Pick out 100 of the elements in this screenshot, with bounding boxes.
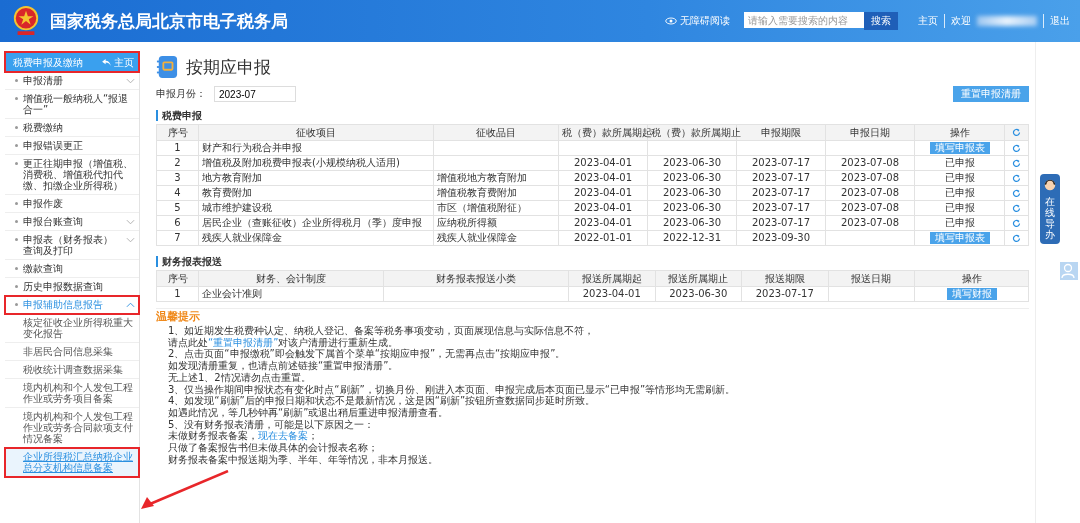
table-cell: 1 [174, 142, 181, 153]
bullet-icon [15, 162, 18, 165]
table-cell: 2023-07-17 [751, 217, 811, 228]
tip-line: 5、没有财务报表清册，可能是以下原因之一： [167, 418, 376, 431]
tip-line: 无上述1、2情况请勿点击重置。 [167, 371, 312, 384]
sidebar-item[interactable]: 税费缴纳 [5, 119, 139, 137]
table-cell: 2023-07-08 [840, 217, 900, 228]
tip-line: 如发现清册重复，也请点前述链接“重置申报清册”。 [167, 360, 400, 372]
column-header: 财务报表报送小类 [383, 270, 569, 287]
table-cell: 地方教育附加 [202, 172, 262, 183]
eye-icon [665, 17, 677, 25]
month-field[interactable]: 2023-07 [214, 86, 296, 102]
column-header: 报送所属期起 [568, 270, 655, 287]
status-text: 已申报 [944, 217, 975, 228]
column-header: 报送期限 [741, 270, 828, 287]
chevron-icon [126, 78, 135, 84]
table-cell: 2023-06-30 [669, 288, 728, 299]
table-cell: 2023-04-01 [573, 202, 633, 213]
accessibility-link[interactable]: 无障碍阅读 [665, 14, 730, 28]
sidebar-subitem[interactable]: 税收统计调查数据采集 [5, 361, 139, 379]
table-cell: 2023-07-17 [751, 187, 811, 198]
table-cell: 2023-04-01 [573, 157, 633, 168]
search-field[interactable]: 请输入需要搜索的内容 [744, 12, 864, 28]
tip-link[interactable]: 现在去备案 [258, 430, 308, 442]
sidebar-subitem[interactable]: 非居民合同信息采集 [5, 343, 139, 361]
bullet-icon [15, 79, 18, 82]
status-text: 已申报 [944, 157, 975, 168]
table-cell: 企业会计准则 [202, 288, 262, 299]
column-header: 征收项目 [198, 124, 434, 141]
emblem-icon [12, 5, 40, 37]
tip-line: 财务报表备案中报送期为季、半年、年等情况，非本月报送。 [167, 453, 439, 466]
column-header: 报送所属期止 [655, 270, 742, 287]
table-cell: 2023-07-17 [755, 288, 814, 299]
sidebar-item[interactable]: 更正往期申报（增值税、消费税、增值税代扣代缴、扣缴企业所得税） [5, 155, 139, 195]
table-cell: 市区（增值税附征） [437, 202, 527, 213]
table-cell: 增值税地方教育附加 [437, 172, 527, 183]
sidebar-item[interactable]: 增值税一般纳税人“报退合一” [5, 90, 139, 119]
column-header: 征收品目 [433, 124, 559, 141]
status-text: 已申报 [944, 187, 975, 198]
table-cell: 2023-07-17 [751, 172, 811, 183]
tip-line: 1、如近期发生税费种认定、纳税人登记、备案等税务事项变动，页面展现信息与实际信息不符， [167, 325, 596, 337]
online-help-tab[interactable]: 在线导办 [1040, 174, 1060, 244]
tip-line: 3、仅当操作期间申报状态有变化时点“刷新”，切换月份、刚进入本页面、申报完成后本页面已显示“已申报”等情形均无需刷新。 [167, 383, 737, 396]
table-cell: 2023-04-01 [573, 172, 633, 183]
table-cell: 7 [174, 232, 181, 243]
table-cell: 增值税教育费附加 [437, 187, 517, 198]
search-button[interactable]: 搜索 [864, 12, 898, 30]
month-label: 申报月份： [156, 87, 207, 101]
table-cell: 残疾人就业保障金 [437, 232, 517, 243]
bullet-icon [15, 303, 18, 306]
site-title: 国家税务总局北京市电子税务局 [50, 9, 288, 33]
sidebar-item[interactable]: 申报错误更正 [5, 137, 139, 155]
bullet-icon [15, 126, 18, 129]
status-text: 已申报 [944, 172, 975, 183]
table-cell: 2023-04-01 [582, 288, 641, 299]
column-header: 报送日期 [828, 270, 915, 287]
column-header: 操作 [914, 124, 1005, 141]
tip-line: 2、点击页面“申报缴税”即会触发下属首个菜单“按期应申报”，无需再点击“按期应申报”。 [167, 348, 567, 360]
agent-avatar-icon [1043, 178, 1057, 192]
table-cell: 2022-12-31 [662, 232, 722, 243]
column-header: 申报日期 [825, 124, 915, 141]
bullet-icon [15, 285, 18, 288]
sidebar-item[interactable]: 申报表（财务报表）查询及打印 [5, 231, 139, 260]
table-cell: 2022-01-01 [573, 232, 633, 243]
column-header: 财务、会计制度 [198, 270, 384, 287]
table-cell: 2023-07-17 [751, 202, 811, 213]
sidebar-item[interactable]: 历史申报数据查询 [5, 278, 139, 296]
tip-line: 如遇此情况，等几秒钟再“刷新”或退出稍后重进申报清册查看。 [167, 406, 450, 419]
sidebar-subitem[interactable]: 核定征收企业所得税重大变化报告 [5, 314, 139, 343]
table-cell: 2023-04-01 [573, 187, 633, 198]
table-cell: 2023-06-30 [662, 172, 722, 183]
sidebar-title: 税费申报及缴纳 [13, 56, 83, 68]
sidebar-item[interactable]: 申报辅助信息报告 [5, 296, 139, 314]
sidebar-item[interactable]: 申报清册 [5, 72, 139, 90]
bullet-icon [15, 220, 18, 223]
tip-line: 未做财务报表备案，现在去备案； [167, 430, 318, 442]
sidebar-subitem[interactable]: 境内机构和个人发包工程作业或劳务项目备案 [5, 379, 139, 408]
tip-line: 4、如发现“刷新”后的申报日期和状态不是最新情况，这是因“刷新”按钮所查数据同步延时所致。 [167, 395, 596, 407]
table-cell: 2023-09-30 [751, 232, 811, 243]
table-cell: 2023-07-08 [840, 202, 900, 213]
table-cell: 财产和行为税合并申报 [202, 142, 302, 153]
table-cell: 居民企业（查账征收）企业所得税月（季）度申报 [202, 217, 422, 228]
table-cell: 2023-06-30 [662, 217, 722, 228]
sidebar-item[interactable]: 申报台账查询 [5, 213, 139, 231]
tip-link[interactable]: “重置申报清册” [208, 336, 279, 348]
welcome-text: 欢迎 [944, 14, 971, 28]
section-title: 财务报表报送 [156, 256, 1029, 267]
chevron-icon [126, 219, 135, 225]
chevron-icon [126, 237, 135, 243]
bullet-icon [15, 97, 18, 100]
tip-line: 只做了备案报告书但未做具体的会计报表名称； [167, 442, 379, 454]
column-header: 操作 [914, 270, 1029, 287]
notebook-icon [156, 55, 178, 79]
table-cell: 2023-07-17 [751, 157, 811, 168]
column-header: 序号 [156, 124, 199, 141]
bullet-icon [15, 267, 18, 270]
tips-heading: 温馨提示 [156, 310, 201, 324]
sidebar-item[interactable]: 缴款查询 [5, 260, 139, 278]
sidebar-item[interactable]: 申报作废 [5, 195, 139, 213]
page-title: 按期应申报 [186, 55, 271, 79]
